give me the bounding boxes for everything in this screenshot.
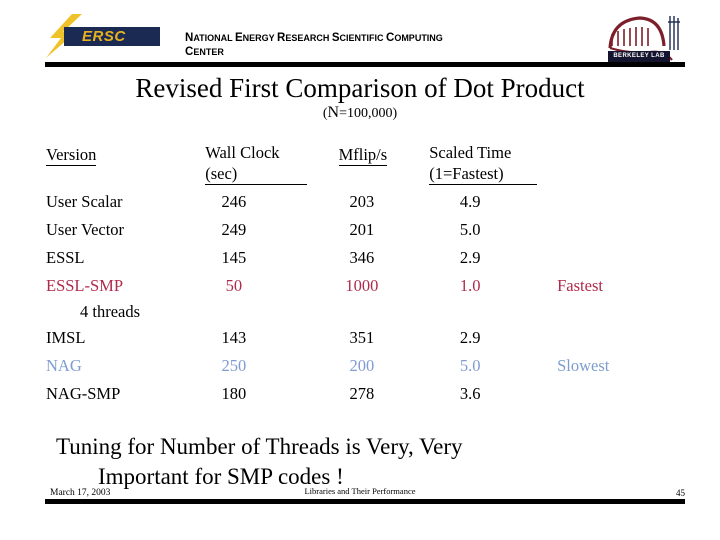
- table-row: IMSL 143 351 2.9: [46, 325, 706, 353]
- cell-version: ESSL-SMP: [46, 276, 124, 295]
- header-divider-rule: [45, 62, 685, 67]
- column-header-version: Version: [46, 145, 97, 166]
- cell-mflips: 278: [349, 384, 375, 403]
- footer-page-number: 45: [676, 488, 685, 498]
- takeaway-statement: Tuning for Number of Threads is Very, Ve…: [56, 432, 656, 492]
- column-header-mflips: Mflip/s: [338, 145, 388, 166]
- organization-name: NATIONAL ENERGY RESEARCH SCIENTIFIC COMP…: [185, 32, 443, 58]
- cell-mflips: 351: [349, 328, 375, 347]
- footer-divider-rule: [45, 499, 685, 504]
- column-header-wall-clock: Wall Clock (sec): [183, 142, 307, 189]
- cell-mflips: 200: [349, 356, 375, 375]
- cell-version: IMSL: [46, 328, 86, 347]
- table-row: NAG 250 200 5.0 Slowest: [46, 353, 706, 381]
- cell-wall-clock: 250: [221, 356, 247, 375]
- table-row: User Scalar 246 203 4.9: [46, 189, 706, 217]
- table-header-row: Version Wall Clock (sec) Mflip/s Scaled …: [46, 142, 706, 189]
- cell-note: [537, 325, 706, 353]
- org-cap-n: N: [185, 32, 194, 44]
- cell-note: [537, 381, 706, 409]
- table-row: ESSL-SMP 50 1000 1.0 Fastest: [46, 273, 706, 301]
- cell-note: [537, 217, 706, 245]
- cell-version: ESSL: [46, 248, 85, 267]
- cell-note: Fastest: [557, 276, 603, 295]
- cell-note: [537, 301, 706, 325]
- cell-wall-clock: 246: [221, 192, 247, 211]
- subtitle-rest: =100,000): [339, 106, 398, 121]
- cell-note: Slowest: [557, 356, 610, 375]
- berkeley-lab-logo: BERKELEY LAB: [600, 8, 686, 64]
- nersc-logo-text: ERSC: [82, 28, 126, 45]
- org-cap-r: R: [277, 32, 286, 44]
- cell-version: NAG-SMP: [46, 384, 121, 403]
- slide-subtitle: (N=100,000): [0, 104, 720, 123]
- cell-wall-clock: 180: [221, 384, 247, 403]
- org-cap-e: E: [234, 32, 243, 44]
- column-header-note: [537, 142, 706, 189]
- cell-scaled-time: 2.9: [459, 248, 481, 267]
- cell-scaled-time: 3.6: [459, 384, 481, 403]
- cell-note: [537, 245, 706, 273]
- cell-mflips: 346: [349, 248, 375, 267]
- cell-scaled-time: 1.0: [459, 276, 481, 295]
- slide-title: Revised First Comparison of Dot Product: [135, 73, 585, 103]
- cell-scaled-time: 2.9: [459, 328, 481, 347]
- cell-mflips: 203: [349, 192, 375, 211]
- cell-scaled-time: 5.0: [459, 356, 481, 375]
- slide-header: ERSC NATIONAL ENERGY RESEARCH SCIENTIFIC…: [0, 0, 720, 68]
- cell-version: 4 threads: [80, 302, 141, 321]
- cell-note: [537, 189, 706, 217]
- table-row: NAG-SMP 180 278 3.6: [46, 381, 706, 409]
- table-row: User Vector 249 201 5.0: [46, 217, 706, 245]
- cell-wall-clock: 249: [221, 220, 247, 239]
- footer-presentation-title: Libraries and Their Performance: [304, 486, 416, 496]
- cell-mflips: [307, 301, 420, 325]
- cell-version: User Scalar: [46, 192, 123, 211]
- slide-footer: March 17, 2003 Libraries and Their Perfo…: [0, 486, 720, 518]
- cell-scaled-time: 5.0: [459, 220, 481, 239]
- cell-scaled-time: [419, 301, 537, 325]
- table-row: ESSL 145 346 2.9: [46, 245, 706, 273]
- nersc-logo: ERSC: [42, 14, 160, 58]
- subtitle-cap-n: N: [327, 104, 340, 121]
- org-cap-c1: C: [386, 32, 395, 44]
- cell-wall-clock: 145: [221, 248, 247, 267]
- column-header-scaled-time: Scaled Time (1=Fastest): [419, 142, 538, 189]
- cell-version: NAG: [46, 356, 82, 375]
- cell-version: User Vector: [46, 220, 125, 239]
- cell-wall-clock: 143: [221, 328, 247, 347]
- org-cap-c2: C: [185, 46, 194, 58]
- table-row: 4 threads: [46, 301, 706, 325]
- performance-table-body: User Scalar 246 203 4.9 User Vector 249 201 5.0…: [46, 189, 706, 409]
- takeaway-line-1: Tuning for Number of Threads is Very, Ve…: [56, 434, 463, 459]
- berkeley-lab-label: BERKELEY LAB: [608, 51, 670, 62]
- cell-wall-clock: 50: [225, 276, 243, 295]
- performance-table: Version Wall Clock (sec) Mflip/s Scaled …: [46, 142, 706, 409]
- cell-mflips: 1000: [345, 276, 379, 295]
- cell-scaled-time: 4.9: [459, 192, 481, 211]
- cell-mflips: 201: [349, 220, 375, 239]
- cell-wall-clock: [183, 301, 306, 325]
- org-cap-s: S: [331, 32, 340, 44]
